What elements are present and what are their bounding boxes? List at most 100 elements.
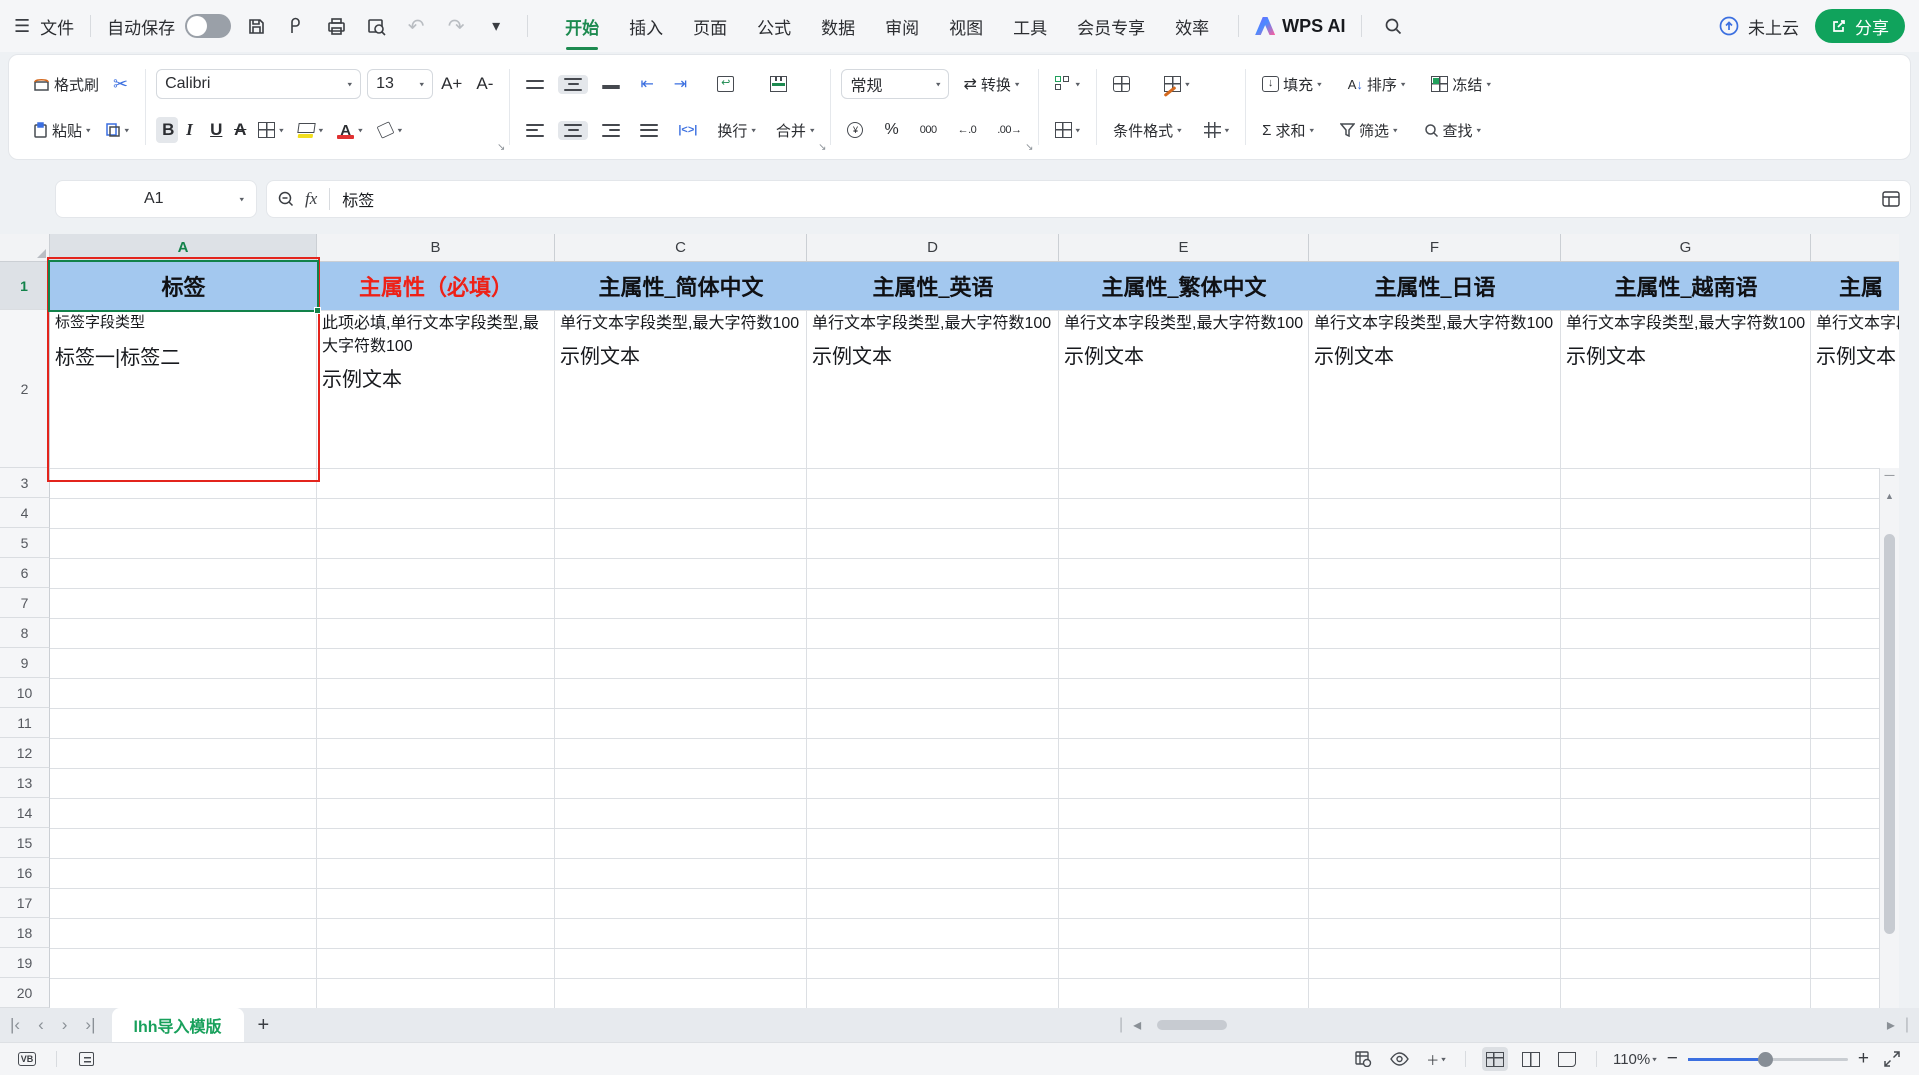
row-header-9[interactable]: 9	[0, 648, 50, 678]
row-header-5[interactable]: 5	[0, 528, 50, 558]
cut-button[interactable]: ✂	[107, 71, 134, 98]
name-box[interactable]: A1 ▾	[55, 180, 257, 218]
hamburger-menu-icon[interactable]: ☰	[14, 16, 30, 37]
row-header-7[interactable]: 7	[0, 588, 50, 618]
zoom-slider-knob[interactable]	[1757, 1051, 1773, 1067]
share-button[interactable]: 分享	[1815, 9, 1905, 43]
cell-H2[interactable]: 单行文本字段类型,最大字符数100 示例文本	[1811, 310, 1899, 468]
column-header-H[interactable]: H	[1811, 234, 1899, 262]
thousands-format-button[interactable]: 000	[914, 121, 943, 139]
strikethrough-button[interactable]: A	[228, 117, 250, 143]
conditional-format-button[interactable]: 条件格式 ▾	[1107, 117, 1188, 144]
cloud-status-button[interactable]: 未上云	[1718, 14, 1799, 39]
print-preview-icon[interactable]	[361, 12, 391, 40]
italic-button[interactable]: I	[180, 117, 202, 143]
row-header-16[interactable]: 16	[0, 858, 50, 888]
fill-handle[interactable]	[314, 307, 321, 314]
align-center-button[interactable]	[558, 120, 589, 140]
cell-F1[interactable]: 主属性_日语	[1309, 262, 1561, 310]
prev-sheet-icon[interactable]: ‹	[38, 1015, 44, 1035]
menu-tab[interactable]: 开始	[552, 10, 612, 50]
menu-tab[interactable]: 工具	[1000, 10, 1060, 43]
filter-button[interactable]: 筛选 ▾	[1334, 117, 1404, 144]
cell-D2[interactable]: 单行文本字段类型,最大字符数100 示例文本	[807, 310, 1059, 468]
redo-icon[interactable]: ↷	[441, 12, 471, 40]
cell-D1[interactable]: 主属性_英语	[807, 262, 1059, 310]
number-format-select[interactable]: 常规 ▾	[841, 69, 950, 99]
underline-button[interactable]: U	[204, 117, 226, 143]
formula-panel-icon[interactable]	[1882, 191, 1900, 207]
font-dialog-launcher[interactable]: ↘	[497, 142, 505, 153]
row-header-15[interactable]: 15	[0, 828, 50, 858]
export-icon[interactable]	[281, 12, 311, 40]
table-style-button[interactable]: ▾	[1158, 73, 1196, 97]
search-icon[interactable]	[1378, 12, 1408, 40]
row-header-6[interactable]: 6	[0, 558, 50, 588]
scroll-up-icon[interactable]: ▲	[1880, 491, 1899, 501]
fill-color-button[interactable]: ▾	[292, 122, 330, 139]
cell-G2[interactable]: 单行文本字段类型,最大字符数100 示例文本	[1561, 310, 1811, 468]
reading-mode-button[interactable]	[1387, 1047, 1413, 1071]
column-header-C[interactable]: C	[555, 234, 807, 262]
font-color-button[interactable]: A ▾	[331, 119, 369, 141]
macro-vb-button[interactable]: VB	[14, 1047, 40, 1071]
align-left-button[interactable]	[520, 121, 550, 140]
next-sheet-icon[interactable]: ›	[62, 1015, 68, 1035]
sum-button[interactable]: Σ 求和 ▾	[1256, 117, 1320, 144]
row-header-17[interactable]: 17	[0, 888, 50, 918]
row-header-1[interactable]: 1	[0, 262, 50, 310]
horizontal-scroll-track[interactable]	[1151, 1019, 1877, 1031]
cell-C2[interactable]: 单行文本字段类型,最大字符数100 示例文本	[555, 310, 807, 468]
column-header-F[interactable]: F	[1309, 234, 1561, 262]
conditional-format-icon-button[interactable]	[1107, 73, 1136, 95]
fullscreen-button[interactable]	[1879, 1047, 1905, 1071]
scroll-right-icon[interactable]: ▸	[1887, 1015, 1895, 1035]
column-header-D[interactable]: D	[807, 234, 1059, 262]
wps-ai-button[interactable]: WPS AI	[1255, 16, 1345, 37]
row-header-8[interactable]: 8	[0, 618, 50, 648]
cell-B2[interactable]: 此项必填,单行文本字段类型,最大字符数100 示例文本	[317, 310, 555, 468]
merge-cells-button[interactable]: 合并 ▾	[770, 117, 821, 144]
spreadsheet-grid[interactable]: ABCDEFGH 1234567891011121314151617181920…	[0, 234, 1899, 1008]
column-header-B[interactable]: B	[317, 234, 555, 262]
vertical-scrollbar[interactable]: — ▲	[1879, 468, 1899, 1008]
row-header-10[interactable]: 10	[0, 678, 50, 708]
pivot-table-button[interactable]	[1351, 1047, 1377, 1071]
row-header-4[interactable]: 4	[0, 498, 50, 528]
autosave-toggle[interactable]	[185, 14, 232, 38]
wrap-text-icon-button[interactable]: ↩	[711, 73, 740, 95]
move-selection-button[interactable]: ＋ ▾	[1423, 1047, 1449, 1071]
copy-button[interactable]: ▾	[99, 119, 136, 141]
align-middle-button[interactable]	[558, 74, 589, 94]
first-sheet-icon[interactable]: |‹	[10, 1015, 20, 1035]
row-header-12[interactable]: 12	[0, 738, 50, 768]
align-top-button[interactable]	[520, 77, 550, 92]
quickbar-more-icon[interactable]: ▾	[481, 12, 511, 40]
row-header-2[interactable]: 2	[0, 310, 50, 468]
menu-tab[interactable]: 数据	[808, 10, 868, 43]
find-button[interactable]: 查找 ▾	[1418, 117, 1488, 144]
menu-tab[interactable]: 视图	[936, 10, 996, 43]
menu-tab[interactable]: 页面	[680, 10, 740, 43]
percent-format-button[interactable]: %	[878, 118, 904, 142]
zoom-in-button[interactable]: +	[1858, 1048, 1869, 1070]
row-header-11[interactable]: 11	[0, 708, 50, 738]
row-header-14[interactable]: 14	[0, 798, 50, 828]
paste-button[interactable]: 粘贴 ▾	[27, 117, 97, 144]
sort-button[interactable]: A↓ 排序 ▾	[1342, 71, 1412, 98]
fill-button[interactable]: ↓ 填充 ▾	[1256, 71, 1328, 98]
font-size-select[interactable]: 13 ▾	[367, 69, 434, 99]
borders-button[interactable]: ▾	[252, 119, 290, 141]
convert-button[interactable]: ⇄ 转换 ▾	[957, 71, 1025, 98]
cell-C1[interactable]: 主属性_简体中文	[555, 262, 807, 310]
alignment-dialog-launcher[interactable]: ↘	[818, 142, 826, 153]
cell-H1[interactable]: 主属	[1811, 262, 1899, 310]
formula-bar[interactable]: fx 标签	[266, 180, 1911, 218]
column-header-E[interactable]: E	[1059, 234, 1309, 262]
eraser-button[interactable]: ▾	[371, 119, 409, 141]
fx-icon[interactable]: fx	[305, 189, 317, 209]
page-layout-view-button[interactable]	[1518, 1047, 1544, 1071]
vertical-scroll-thumb[interactable]	[1884, 534, 1895, 934]
bold-button[interactable]: B	[156, 117, 179, 143]
shrink-text-button[interactable]: |<>|	[672, 121, 703, 139]
